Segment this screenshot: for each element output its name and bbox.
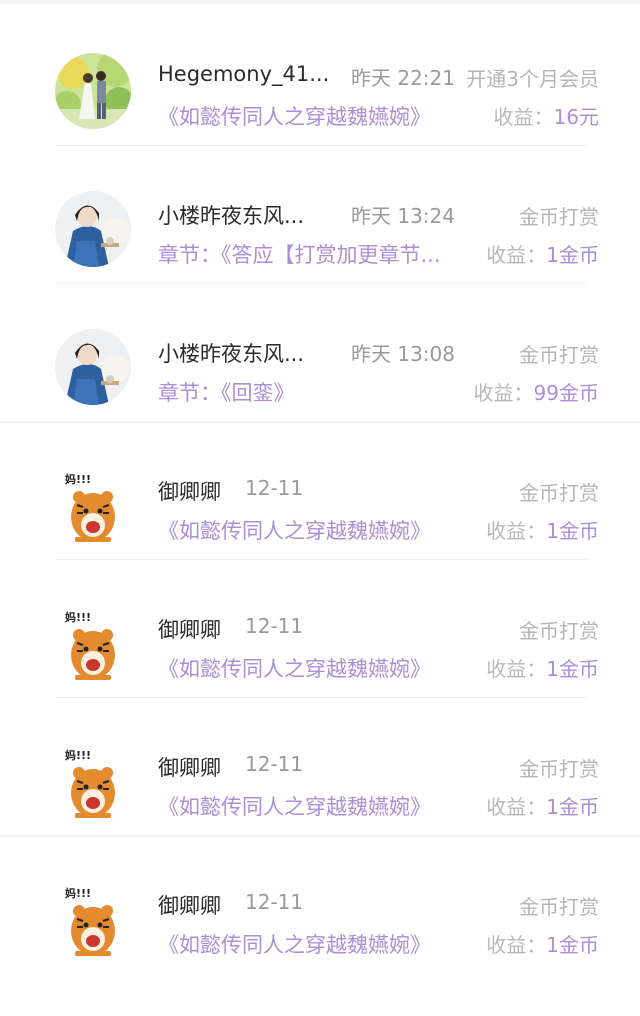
earnings-label: 收益：: [486, 657, 547, 681]
user-name[interactable]: 小楼昨夜东风...: [158, 200, 304, 230]
earnings-value: 1金币: [546, 933, 599, 957]
record-type: 金币打赏: [519, 757, 599, 781]
user-name[interactable]: Hegemony_41...: [158, 62, 329, 86]
photo-avatar-icon[interactable]: [55, 53, 131, 129]
record-type: 金币打赏: [519, 619, 599, 643]
tiger-sticker-icon[interactable]: 妈!!!: [55, 467, 131, 543]
user-name[interactable]: 御卿卿: [158, 752, 221, 782]
list-item[interactable]: 妈!!! 御卿卿 12-11 金币打赏 《如懿传同人之穿越魏嬿婉》 收益：1金币: [0, 698, 640, 837]
sticker-text: 妈!!!: [65, 472, 91, 486]
record-detail[interactable]: 章节：《答应【打赏加更章节...: [158, 239, 441, 269]
costume-avatar-icon[interactable]: [55, 329, 131, 405]
costume-avatar-icon[interactable]: [55, 191, 131, 267]
record-detail[interactable]: 《如懿传同人之穿越魏嬿婉》: [158, 653, 431, 683]
record-detail[interactable]: 《如懿传同人之穿越魏嬿婉》: [158, 515, 431, 545]
record-type: 金币打赏: [519, 343, 599, 367]
timestamp: 昨天 22:21: [351, 66, 455, 90]
timestamp: 昨天 13:24: [351, 204, 455, 228]
user-name[interactable]: 御卿卿: [158, 890, 221, 920]
timestamp: 12-11: [245, 890, 304, 914]
list-item[interactable]: 妈!!! 御卿卿 12-11 金币打赏 《如懿传同人之穿越魏嬿婉》 收益：1金币: [0, 422, 640, 560]
tiger-sticker-icon[interactable]: 妈!!!: [55, 605, 131, 681]
record-type: 金币打赏: [519, 481, 599, 505]
record-type: 开通3个月会员: [466, 67, 599, 91]
list-item[interactable]: 小楼昨夜东风... 昨天 13:08 金币打赏 章节：《回銮》 收益：99金币: [0, 284, 640, 423]
record-detail[interactable]: 章节：《回銮》: [158, 377, 295, 407]
earnings-value: 1金币: [546, 657, 599, 681]
user-name[interactable]: 御卿卿: [158, 476, 221, 506]
earnings-value: 1金币: [546, 795, 599, 819]
earnings: 收益：1金币: [486, 515, 599, 544]
earnings-label: 收益：: [486, 933, 547, 957]
list-item[interactable]: 妈!!! 御卿卿 12-11 金币打赏 《如懿传同人之穿越魏嬿婉》 收益：1金币: [0, 836, 640, 974]
list-item[interactable]: 小楼昨夜东风... 昨天 13:24 金币打赏 章节：《答应【打赏加更章节...…: [0, 146, 640, 284]
sticker-text: 妈!!!: [65, 610, 91, 624]
timestamp: 12-11: [245, 476, 304, 500]
sticker-text: 妈!!!: [65, 886, 91, 900]
record-type: 金币打赏: [519, 205, 599, 229]
record-detail[interactable]: 《如懿传同人之穿越魏嬿婉》: [158, 929, 431, 959]
earnings: 收益：1金币: [486, 791, 599, 820]
record-detail[interactable]: 《如懿传同人之穿越魏嬿婉》: [158, 101, 431, 131]
earnings-record-list: Hegemony_41... 昨天 22:21 开通3个月会员 《如懿传同人之穿…: [0, 0, 640, 1016]
earnings: 收益：1金币: [486, 929, 599, 958]
earnings: 收益：99金币: [474, 377, 599, 406]
timestamp: 12-11: [245, 752, 304, 776]
record-type: 金币打赏: [519, 895, 599, 919]
earnings: 收益：1金币: [486, 239, 599, 268]
earnings-label: 收益：: [493, 105, 554, 129]
list-item[interactable]: Hegemony_41... 昨天 22:21 开通3个月会员 《如懿传同人之穿…: [0, 8, 640, 146]
sticker-text: 妈!!!: [65, 748, 91, 762]
earnings-value: 1金币: [546, 243, 599, 267]
tiger-sticker-icon[interactable]: 妈!!!: [55, 881, 131, 957]
earnings-value: 1金币: [546, 519, 599, 543]
record-detail[interactable]: 《如懿传同人之穿越魏嬿婉》: [158, 791, 431, 821]
user-name[interactable]: 御卿卿: [158, 614, 221, 644]
earnings-label: 收益：: [486, 795, 547, 819]
earnings: 收益：16元: [494, 101, 599, 130]
earnings: 收益：1金币: [486, 653, 599, 682]
earnings-label: 收益：: [486, 519, 547, 543]
earnings-value: 16元: [553, 105, 599, 129]
earnings-label: 收益：: [473, 381, 534, 405]
earnings-label: 收益：: [486, 243, 547, 267]
user-name[interactable]: 小楼昨夜东风...: [158, 338, 304, 368]
tiger-sticker-icon[interactable]: 妈!!!: [55, 743, 131, 819]
earnings-value: 99金币: [533, 381, 599, 405]
timestamp: 12-11: [245, 614, 304, 638]
timestamp: 昨天 13:08: [351, 342, 455, 366]
list-item[interactable]: 妈!!! 御卿卿 12-11 金币打赏 《如懿传同人之穿越魏嬿婉》 收益：1金币: [0, 560, 640, 698]
